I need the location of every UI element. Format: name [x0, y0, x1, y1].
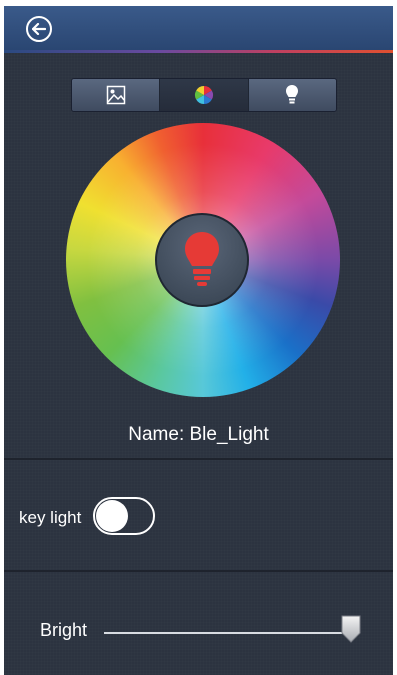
divider	[4, 570, 393, 572]
back-arrow-icon	[32, 23, 46, 35]
divider	[4, 458, 393, 460]
brightness-slider-thumb[interactable]	[340, 615, 362, 643]
bulb-icon	[185, 232, 219, 286]
mode-tabs	[71, 78, 337, 112]
header-bar	[4, 6, 393, 50]
key-light-label: key light	[19, 508, 82, 527]
tab-color[interactable]	[160, 79, 249, 111]
tab-bulb[interactable]	[248, 79, 336, 111]
key-light-toggle[interactable]	[93, 497, 155, 535]
tab-image[interactable]	[72, 79, 161, 111]
center-bulb-button[interactable]	[155, 213, 249, 307]
header-accent-line	[4, 50, 393, 53]
color-wheel-icon	[194, 86, 213, 104]
bulb-icon	[286, 85, 299, 104]
toggle-knob	[96, 500, 128, 532]
back-button[interactable]	[26, 16, 52, 42]
brightness-slider-track[interactable]	[104, 632, 350, 634]
app-screen: Name: Ble_Light key light Bright	[4, 6, 393, 675]
image-icon	[106, 85, 125, 105]
bright-label: Bright	[40, 620, 88, 640]
slider-thumb-icon	[341, 615, 361, 643]
device-name-label: Name: Ble_Light	[128, 424, 269, 445]
